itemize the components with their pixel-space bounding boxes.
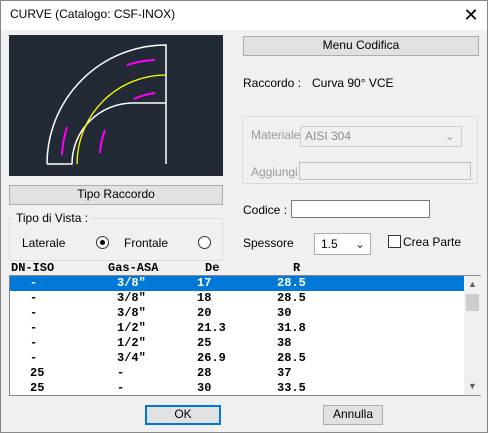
- ok-button[interactable]: OK: [145, 405, 221, 425]
- table-row[interactable]: - 3/8" 17 28.5: [10, 276, 464, 291]
- cell-gas: 3/8": [117, 276, 146, 290]
- window-title: CURVE (Catalogo: CSF-INOX): [10, 7, 176, 21]
- cell-r: 38: [277, 336, 292, 350]
- table-row[interactable]: - 3/8" 20 30: [10, 306, 464, 321]
- materiale-select[interactable]: AISI 304 ⌄: [300, 126, 462, 147]
- cell-dn: -: [30, 321, 38, 335]
- laterale-radio[interactable]: [96, 236, 109, 249]
- cell-gas: 1/2": [117, 336, 146, 350]
- table-row[interactable]: - 3/8" 18 28.5: [10, 291, 464, 306]
- close-icon[interactable]: ✕: [458, 3, 484, 27]
- header-de: De: [205, 261, 220, 275]
- cell-de: 17: [197, 276, 212, 290]
- materiale-label: Materiale: [251, 128, 301, 142]
- cell-r: 28.5: [277, 276, 306, 290]
- frontale-radio[interactable]: [198, 236, 211, 249]
- table-row[interactable]: - 3/4" 26.9 28.5: [10, 351, 464, 366]
- elbow-drawing: [46, 44, 167, 165]
- elbow-mark-left-inner: [99, 129, 106, 154]
- elbow-mark-top-inner: [133, 92, 156, 100]
- tipo-raccordo-button[interactable]: Tipo Raccordo: [9, 185, 223, 205]
- scroll-up-icon[interactable]: ▲: [464, 276, 481, 293]
- elbow-outline: [46, 44, 167, 165]
- chevron-down-icon: ⌄: [355, 237, 366, 251]
- cell-r: 31.8: [277, 321, 306, 335]
- cell-dn: -: [30, 351, 38, 365]
- cell-gas: 3/8": [117, 291, 146, 305]
- cell-gas: -: [117, 366, 125, 380]
- table-row[interactable]: 25 - 28 37: [10, 366, 464, 381]
- elbow-mark-left: [61, 126, 68, 156]
- cell-de: 18: [197, 291, 212, 305]
- cell-gas: -: [117, 381, 125, 395]
- spessore-select[interactable]: 1.5 ⌄: [314, 233, 371, 255]
- elbow-mark-top: [126, 59, 156, 66]
- cell-de: 25: [197, 336, 212, 350]
- spessore-label: Spessore: [243, 236, 294, 250]
- menu-codifica-button[interactable]: Menu Codifica: [243, 36, 479, 56]
- cell-dn: -: [30, 306, 38, 320]
- scroll-down-icon[interactable]: ▼: [464, 378, 481, 395]
- cell-de: 26.9: [197, 351, 226, 365]
- scroll-thumb[interactable]: [466, 294, 479, 311]
- raccordo-label: Raccordo :: [243, 76, 302, 90]
- header-r: R: [293, 261, 301, 275]
- cell-dn: -: [30, 336, 38, 350]
- codice-field[interactable]: [291, 200, 430, 218]
- cell-de: 20: [197, 306, 212, 320]
- vertical-scrollbar[interactable]: ▲ ▼: [464, 276, 481, 395]
- table-list[interactable]: - 3/8" 17 28.5 - 3/8" 18 28.5 - 3/8" 20 …: [9, 275, 481, 396]
- cell-r: 33.5: [277, 381, 306, 395]
- radio-selected-dot: [100, 240, 105, 245]
- vista-legend: Tipo di Vista :: [14, 211, 91, 225]
- chevron-down-icon: ⌄: [445, 129, 456, 143]
- cell-de: 28: [197, 366, 212, 380]
- laterale-label[interactable]: Laterale: [22, 236, 65, 250]
- table-row[interactable]: - 1/2" 25 38: [10, 336, 464, 351]
- table-row[interactable]: 25 - 30 33.5: [10, 381, 464, 396]
- crea-parte-label[interactable]: Crea Parte: [403, 235, 461, 249]
- annulla-button[interactable]: Annulla: [323, 405, 383, 425]
- materiale-value: AISI 304: [305, 129, 352, 143]
- cell-r: 30: [277, 306, 292, 320]
- cell-r: 28.5: [277, 351, 306, 365]
- cell-dn: 25: [30, 366, 45, 380]
- crea-parte-checkbox[interactable]: [388, 235, 401, 248]
- header-dn-iso: DN-ISO: [11, 261, 55, 275]
- cell-gas: 1/2": [117, 321, 146, 335]
- frontale-label[interactable]: Frontale: [124, 236, 168, 250]
- aggiungi-label: Aggiungi: [251, 165, 298, 179]
- cell-dn: -: [30, 291, 38, 305]
- aggiungi-field[interactable]: [299, 162, 471, 180]
- cell-de: 30: [197, 381, 212, 395]
- header-gas-asa: Gas-ASA: [108, 261, 159, 275]
- cell-dn: -: [30, 276, 38, 290]
- cell-de: 21.3: [197, 321, 226, 335]
- cell-gas: 3/4": [117, 351, 146, 365]
- cell-gas: 3/8": [117, 306, 146, 320]
- spessore-value: 1.5: [321, 237, 338, 251]
- preview-canvas: [9, 35, 223, 176]
- cell-r: 37: [277, 366, 292, 380]
- cell-dn: 25: [30, 381, 45, 395]
- table-row[interactable]: - 1/2" 21.3 31.8: [10, 321, 464, 336]
- raccordo-value: Curva 90° VCE: [312, 76, 394, 90]
- cell-r: 28.5: [277, 291, 306, 305]
- codice-label: Codice :: [243, 203, 288, 217]
